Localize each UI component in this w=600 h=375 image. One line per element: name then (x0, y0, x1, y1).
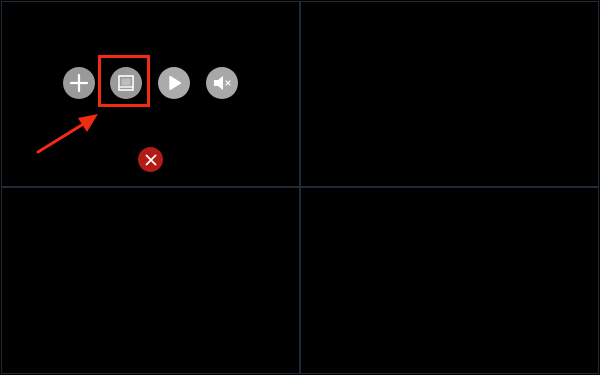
plus-icon (69, 73, 89, 93)
video-pane-2[interactable] (300, 1, 599, 187)
video-pane-4[interactable] (300, 187, 599, 374)
video-grid (0, 0, 600, 375)
close-button[interactable] (138, 147, 163, 172)
layout-icon (118, 75, 134, 91)
layout-button[interactable] (110, 67, 142, 99)
add-button[interactable] (63, 67, 95, 99)
play-icon (169, 75, 182, 91)
mute-button[interactable] (206, 67, 238, 99)
close-icon (145, 154, 156, 165)
video-pane-3[interactable] (1, 187, 300, 374)
play-button[interactable] (158, 67, 190, 99)
speaker-muted-icon (214, 76, 231, 90)
